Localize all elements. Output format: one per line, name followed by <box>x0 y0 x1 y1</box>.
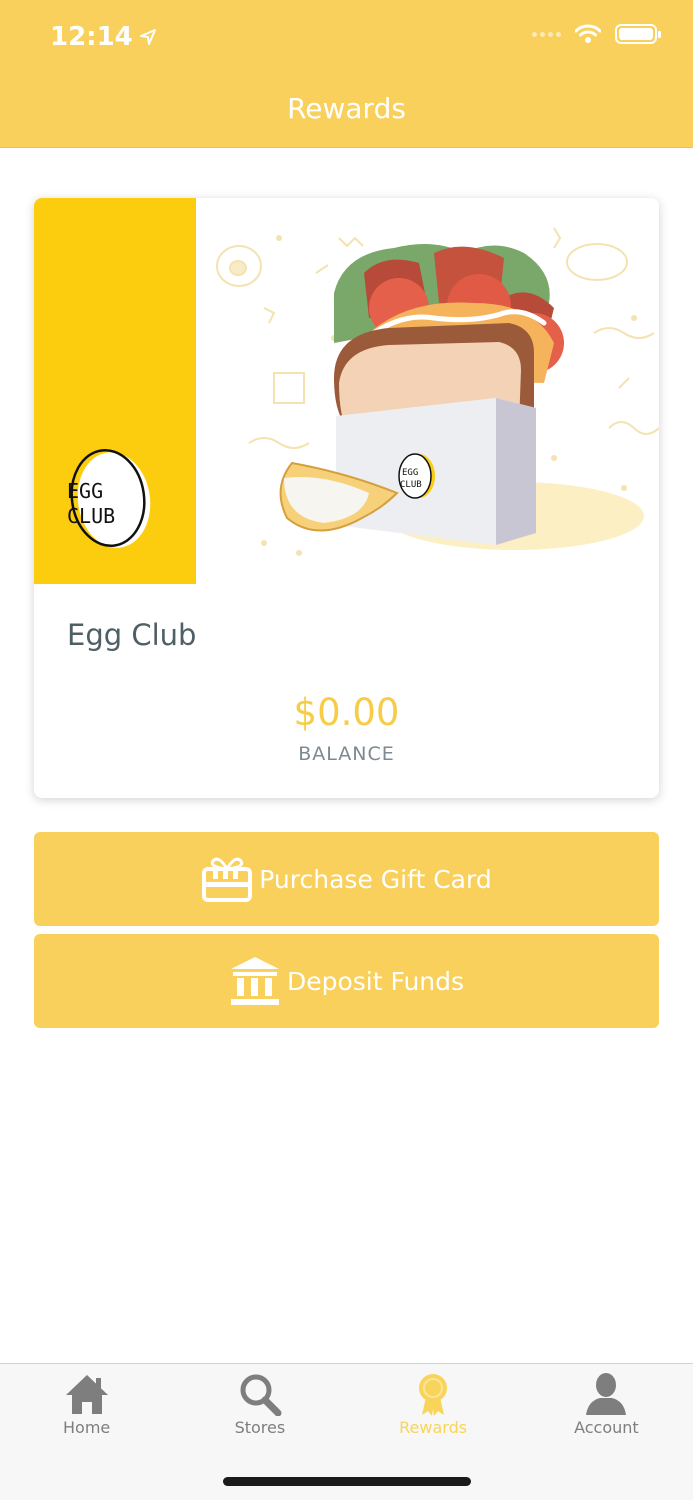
deposit-funds-button[interactable]: Deposit Funds <box>34 934 659 1028</box>
purchase-gift-card-label: Purchase Gift Card <box>259 864 492 894</box>
status-indicators <box>532 24 661 44</box>
location-arrow-icon <box>139 29 156 45</box>
deposit-funds-label: Deposit Funds <box>286 966 465 996</box>
logo-text-egg: EGG <box>67 479 103 503</box>
award-icon <box>410 1370 456 1418</box>
tab-rewards[interactable]: Rewards <box>347 1364 520 1443</box>
balance-label: BALANCE <box>298 743 395 765</box>
header-bar: 12:14 Rewards <box>0 0 693 148</box>
tab-account[interactable]: Account <box>520 1364 693 1443</box>
svg-text:EGG: EGG <box>402 468 418 478</box>
home-indicator[interactable] <box>223 1477 471 1486</box>
search-icon <box>237 1370 283 1418</box>
merchant-name: Egg Club <box>67 618 197 652</box>
wifi-icon <box>575 24 601 43</box>
tab-rewards-label: Rewards <box>399 1418 468 1437</box>
gift-card-icon <box>201 855 253 903</box>
clock-text: 12:14 <box>50 22 133 52</box>
bank-icon <box>229 955 281 1007</box>
home-icon <box>64 1370 110 1418</box>
tab-stores-label: Stores <box>234 1418 286 1437</box>
home-indicator-area <box>0 1443 693 1500</box>
svg-text:CLUB: CLUB <box>400 480 422 490</box>
logo-text-club: CLUB <box>67 504 115 528</box>
tab-home[interactable]: Home <box>0 1364 173 1443</box>
sandwich-illustration: EGG CLUB <box>279 244 564 545</box>
page-title: Rewards <box>287 92 406 125</box>
purchase-gift-card-button[interactable]: Purchase Gift Card <box>34 832 659 926</box>
tab-home-label: Home <box>63 1418 111 1437</box>
balance-amount: $0.00 <box>293 691 400 734</box>
user-icon <box>583 1370 629 1418</box>
status-bar-time: 12:14 <box>50 22 157 52</box>
gift-card-artwork: EGG CLUB EGG CLUB <box>34 198 659 584</box>
battery-icon <box>615 24 661 44</box>
tab-stores[interactable]: Stores <box>173 1364 346 1443</box>
cellular-signal-icon <box>532 31 561 37</box>
tab-account-label: Account <box>574 1418 639 1437</box>
tab-bar: Home Stores Rewards Account <box>0 1363 693 1443</box>
rewards-screen: 12:14 Rewards EGG CLUB EGG CLUB Egg Club… <box>0 0 693 1500</box>
gift-card[interactable]: EGG CLUB EGG CLUB Egg Club $0.00 BALANCE <box>34 198 659 798</box>
